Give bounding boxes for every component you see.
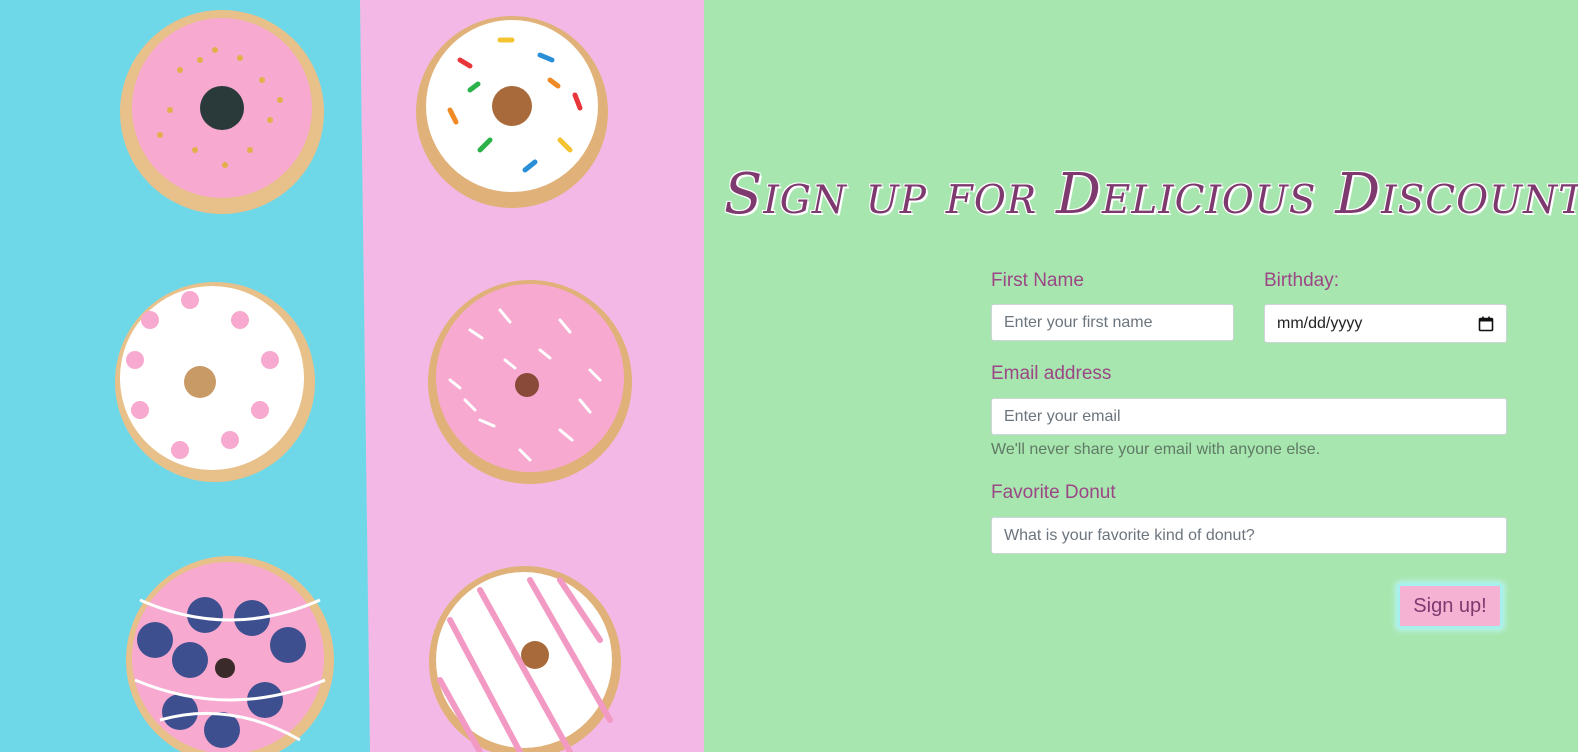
calendar-icon[interactable] xyxy=(1478,316,1494,332)
sign-up-button[interactable]: Sign up! xyxy=(1397,583,1503,629)
donut-hero-image xyxy=(0,0,704,752)
email-help-text: We'll never share your email with anyone… xyxy=(991,441,1321,458)
birthday-label: Birthday: xyxy=(1264,270,1339,291)
birthday-date-input[interactable]: mm/dd/yyyy xyxy=(1264,304,1507,343)
favorite-donut-input[interactable]: What is your favorite kind of donut? xyxy=(991,517,1507,554)
signup-form: Sign up for Delicious Discounts! First N… xyxy=(704,0,1578,752)
favorite-donut-label: Favorite Donut xyxy=(991,482,1116,503)
donut-white-pink-drizzle xyxy=(429,566,621,752)
donut-white-pink-dots xyxy=(115,282,315,482)
donut-pink-gold xyxy=(120,10,324,214)
first-name-input[interactable]: Enter your first name xyxy=(991,304,1234,341)
donut-white-sprinkles xyxy=(416,16,608,208)
email-label: Email address xyxy=(991,363,1112,384)
donut-pink-coconut xyxy=(428,280,632,484)
page-title: Sign up for Delicious Discounts! xyxy=(724,162,1578,227)
birthday-date-value: mm/dd/yyyy xyxy=(1277,315,1363,332)
first-name-label: First Name xyxy=(991,270,1084,291)
email-input[interactable]: Enter your email xyxy=(991,398,1507,435)
